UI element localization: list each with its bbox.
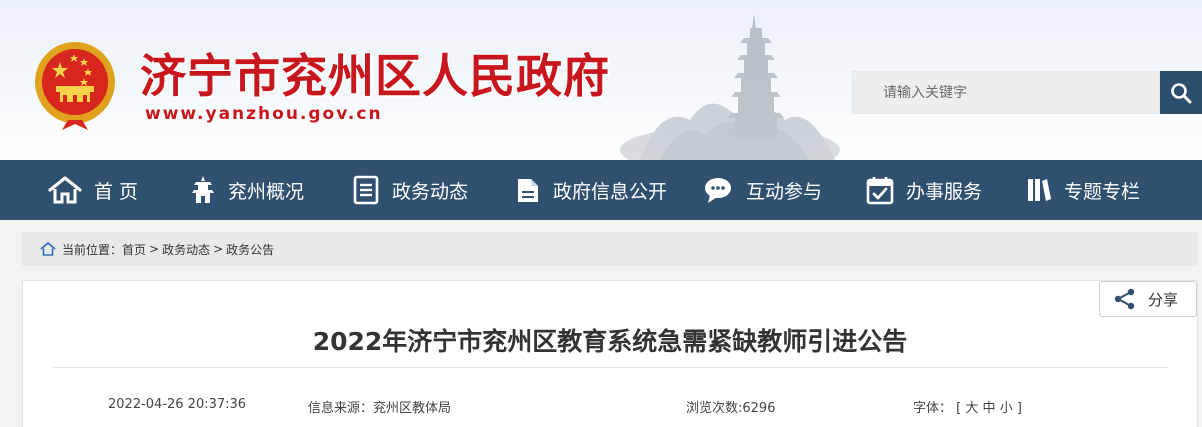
nav-item-label: 办事服务 (906, 180, 983, 203)
nav-item-label: 互动参与 (746, 180, 823, 203)
nav-item-home[interactable]: 首 页 (48, 160, 138, 220)
document-list-icon (353, 175, 379, 205)
nav-item-interaction[interactable]: 互动参与 (704, 160, 822, 220)
book-icon (1028, 179, 1051, 201)
pagoda-illustration (620, 14, 840, 160)
nav-item-label: 专题专栏 (1064, 180, 1141, 203)
publish-date: 2022-04-26 20:37:36 (108, 397, 247, 412)
nav-item-special-topics[interactable]: 专题专栏 (1026, 160, 1140, 220)
site-title: 济宁市兖州区人民政府 (140, 49, 610, 103)
font-size-small[interactable]: 小 (1000, 401, 1013, 416)
search-input[interactable] (853, 72, 1159, 113)
breadcrumb-separator: > (149, 242, 160, 256)
calendar-check-icon (866, 177, 894, 205)
nav-item-label: 政务动态 (392, 180, 469, 203)
font-bracket-close: ] (1016, 401, 1022, 416)
search-button[interactable] (1160, 71, 1202, 114)
nav-item-overview[interactable]: 兖州概况 (190, 160, 304, 220)
site-header: 济宁市兖州区人民政府 www.yanzhou.gov.cn (0, 0, 1202, 160)
search-icon (1171, 82, 1192, 103)
pagoda-icon (192, 176, 214, 203)
article-title: 2022年济宁市兖州区教育系统急需紧缺教师引进公告 (312, 327, 908, 356)
main-nav: 首 页 兖州概况 政务动态 政府信息公开 互动参与 办事服务 专题专栏 (0, 160, 1202, 220)
home-icon (48, 176, 82, 204)
breadcrumb-link-announcements[interactable]: 政务公告 (226, 241, 274, 258)
font-size-switcher: 字体： [ 大 中 小 ] (913, 397, 1022, 416)
national-emblem-logo (35, 42, 115, 130)
share-button[interactable]: 分享 (1099, 281, 1197, 317)
view-count: 浏览次数:6296 (686, 401, 776, 416)
site-url: www.yanzhou.gov.cn (145, 104, 383, 124)
nav-item-services[interactable]: 办事服务 (866, 160, 982, 220)
nav-item-label: 首 页 (94, 180, 139, 203)
nav-item-info-disclosure[interactable]: 政府信息公开 (515, 160, 667, 220)
folder-open-icon (518, 179, 538, 202)
nav-item-label: 政府信息公开 (553, 180, 668, 203)
font-size-large[interactable]: 大 (965, 401, 978, 416)
nav-item-label: 兖州概况 (228, 180, 305, 203)
info-source: 信息来源：兖州区教体局 (308, 401, 452, 416)
font-bracket-open: [ (956, 401, 962, 416)
breadcrumb-separator: > (213, 242, 224, 256)
breadcrumb-link-news[interactable]: 政务动态 (162, 241, 210, 258)
home-icon (40, 242, 56, 256)
share-icon (1114, 288, 1135, 310)
title-divider (52, 367, 1168, 368)
breadcrumb-link-home[interactable]: 首页 (122, 241, 146, 258)
breadcrumb-prefix: 当前位置： (62, 242, 123, 257)
font-size-label: 字体： (913, 401, 953, 416)
nav-item-news[interactable]: 政务动态 (352, 160, 468, 220)
chat-icon (705, 178, 731, 203)
search-box (852, 71, 1160, 114)
breadcrumb: 当前位置： 首页 > 政务动态 > 政务公告 (22, 232, 1198, 266)
share-label: 分享 (1148, 290, 1179, 309)
font-size-medium[interactable]: 中 (983, 401, 996, 416)
